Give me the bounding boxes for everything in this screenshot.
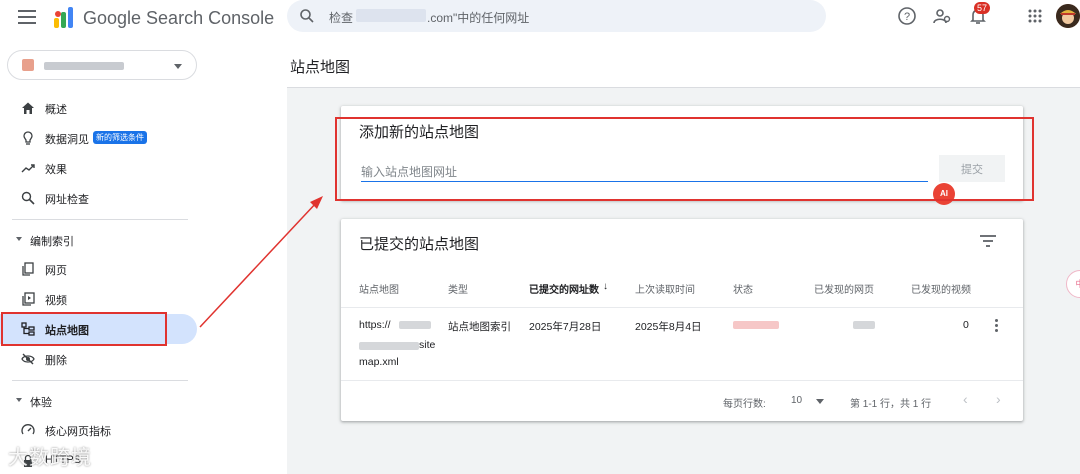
page-title: 站点地图	[290, 59, 351, 76]
next-page-icon[interactable]: ›	[996, 391, 1001, 407]
sidebar-item-label: 删除	[45, 355, 67, 367]
annotation-arrow-icon	[199, 196, 323, 328]
sidebar-item-label: 网址检查	[45, 194, 89, 206]
redacted-discovered-pages	[853, 321, 875, 329]
sidebar-item-removals[interactable]: 删除	[0, 346, 197, 372]
sidebar-item-videos[interactable]: 视频	[0, 286, 197, 312]
sidebar-item-label: 效果	[45, 164, 67, 176]
more-vert-icon[interactable]	[993, 319, 999, 335]
sitemap-url-line2: site	[419, 339, 436, 351]
redacted-property-name	[44, 62, 124, 70]
discovered-videos: 0	[963, 319, 969, 331]
sort-arrow-icon[interactable]: ↓	[603, 281, 608, 292]
sidebar-item-label: 核心网页指标	[45, 426, 111, 438]
rows-per-page-label: 每页行数:	[723, 399, 766, 410]
sidebar-divider	[12, 380, 188, 381]
highlight-box-sidebar	[1, 312, 167, 346]
search-icon	[21, 191, 35, 205]
sidebar-item-url-inspection[interactable]: 网址检查	[0, 185, 197, 211]
notification-badge: 57	[974, 2, 991, 14]
filter-icon[interactable]	[978, 233, 998, 249]
prev-page-icon[interactable]: ‹	[963, 391, 968, 407]
pagination-range: 第 1-1 行，共 1 行	[850, 399, 932, 410]
section-label: 编制索引	[30, 236, 74, 248]
section-experience[interactable]: 体验	[0, 390, 197, 412]
url-inspect-search[interactable]: 检查 .com"中的任何网址	[287, 0, 826, 32]
caret-down-icon	[16, 237, 22, 241]
sidebar-item-label: 概述	[45, 104, 67, 116]
column-header-discovered-videos[interactable]: 已发现的视频	[911, 281, 971, 296]
column-header-last-read[interactable]: 上次读取时间	[635, 281, 695, 296]
sitemap-url-line1: https://	[359, 319, 391, 331]
watermark: 大数跨境	[8, 447, 92, 469]
property-selector[interactable]	[7, 50, 197, 80]
property-favicon-icon	[22, 59, 34, 71]
account-avatar[interactable]	[1056, 4, 1080, 28]
search-icon	[300, 9, 314, 23]
submitted-sitemaps-card: 已提交的站点地图 站点地图 类型 已提交的网址数 ↓ 上次读取时间 状态 已发现…	[341, 219, 1023, 421]
column-header-type[interactable]: 类型	[448, 281, 468, 296]
section-indexing[interactable]: 编制索引	[0, 229, 197, 251]
rows-per-page-select[interactable]: 10	[791, 395, 802, 406]
new-filter-chip: 新的筛选条件	[93, 131, 147, 144]
visibility-off-icon	[21, 353, 35, 365]
caret-down-icon	[16, 398, 22, 402]
sidebar-item-pages[interactable]: 网页	[0, 256, 197, 282]
sitemap-url-line3: map.xml	[359, 356, 399, 368]
speed-icon	[21, 424, 35, 435]
sidebar-divider	[12, 219, 188, 220]
svg-text:?: ?	[904, 11, 910, 23]
menu-icon[interactable]	[18, 10, 36, 24]
column-header-status[interactable]: 状态	[733, 281, 753, 296]
last-read-date: 2025年8月4日	[635, 321, 702, 333]
pages-icon	[22, 262, 34, 276]
sidebar-item-label: 数据洞见	[45, 134, 89, 146]
redacted-domain	[356, 9, 426, 22]
video-page-icon	[22, 292, 35, 306]
search-console-logo-icon	[54, 7, 73, 28]
column-header-sitemap[interactable]: 站点地图	[359, 281, 399, 296]
top-bar: Google Search Console 检查 .com"中的任何网址 ? 5…	[0, 0, 1080, 40]
sidebar-item-performance[interactable]: 效果	[0, 155, 197, 181]
redacted-url-part	[399, 321, 431, 329]
highlight-box-add-sitemap	[335, 117, 1034, 201]
search-placeholder-suffix: .com"中的任何网址	[427, 11, 530, 25]
redacted-url-part	[359, 342, 419, 350]
redacted-status	[733, 321, 779, 329]
column-header-discovered-pages[interactable]: 已发现的网页	[814, 281, 874, 296]
column-header-submitted-urls[interactable]: 已提交的网址数	[529, 281, 599, 296]
table-footer-divider	[341, 380, 1023, 381]
sidebar-item-core-web-vitals[interactable]: 核心网页指标	[0, 417, 197, 443]
chevron-down-icon	[174, 64, 182, 69]
sidebar-item-insights[interactable]: 数据洞见 新的筛选条件	[0, 125, 197, 151]
section-label: 体验	[30, 397, 52, 409]
sidebar-item-overview[interactable]: 概述	[0, 95, 197, 121]
avatar-image-icon	[1056, 4, 1080, 28]
search-placeholder-prefix: 检查	[329, 11, 354, 25]
manage-users-icon[interactable]	[932, 6, 952, 26]
apps-grid-icon[interactable]	[1027, 8, 1043, 24]
chevron-down-icon[interactable]	[816, 399, 824, 404]
lightbulb-icon	[23, 131, 33, 145]
app-title: Google Search Console	[83, 8, 275, 28]
table-header-divider	[341, 307, 1023, 308]
sidebar-item-label: 视频	[45, 295, 67, 307]
submitted-sitemaps-title: 已提交的站点地图	[359, 236, 480, 253]
trending-up-icon	[21, 164, 35, 173]
home-icon	[22, 102, 34, 114]
sidebar-item-label: 网页	[45, 265, 67, 277]
sitemap-type: 站点地图索引	[448, 321, 511, 333]
submitted-date: 2025年7月28日	[529, 321, 602, 333]
help-icon[interactable]: ?	[897, 6, 917, 26]
